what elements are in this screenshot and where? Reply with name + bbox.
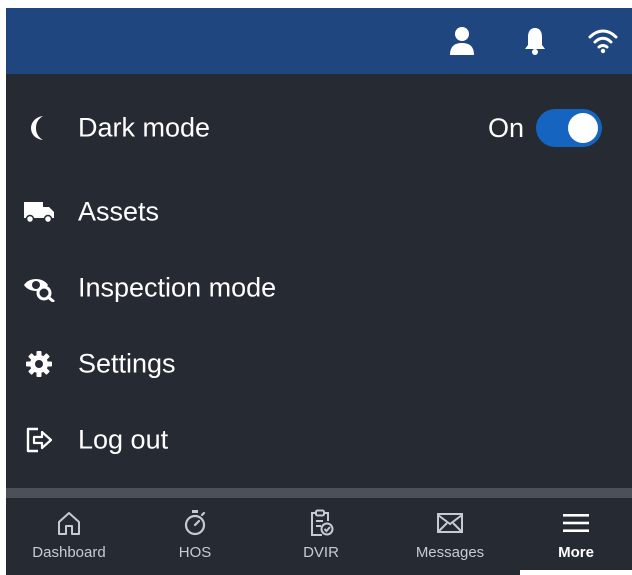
nav-hos[interactable]: HOS <box>132 498 258 575</box>
log-out-label: Log out <box>78 424 169 455</box>
app-frame: Dark mode On Assets Inspection mode Sett… <box>6 8 632 575</box>
home-icon <box>54 508 84 538</box>
toggle-knob <box>568 113 598 143</box>
settings-label: Settings <box>78 348 176 379</box>
more-menu: Dark mode On Assets Inspection mode Sett… <box>6 74 632 488</box>
top-bar <box>6 8 632 74</box>
nav-dashboard[interactable]: Dashboard <box>6 498 132 575</box>
menu-item-log-out[interactable]: Log out <box>6 407 632 473</box>
nav-dvir[interactable]: DVIR <box>258 498 384 575</box>
menu-item-assets[interactable]: Assets <box>6 179 632 245</box>
envelope-icon <box>435 508 465 538</box>
menu-item-inspection-mode[interactable]: Inspection mode <box>6 255 632 321</box>
hamburger-icon <box>561 508 591 538</box>
dark-mode-label: Dark mode <box>78 112 211 143</box>
stopwatch-icon <box>180 508 210 538</box>
user-icon[interactable] <box>445 24 479 58</box>
bottom-nav: Dashboard HOS DVIR Messages More <box>6 498 632 575</box>
eye-search-icon <box>22 271 56 305</box>
nav-more[interactable]: More <box>513 498 632 575</box>
wifi-icon[interactable] <box>586 24 620 58</box>
truck-icon <box>22 195 56 229</box>
nav-messages[interactable]: Messages <box>387 498 513 575</box>
nav-hos-label: HOS <box>178 544 212 561</box>
assets-label: Assets <box>78 196 160 227</box>
dark-mode-state: On <box>487 112 524 143</box>
gear-icon <box>22 347 56 381</box>
nav-dvir-label: DVIR <box>303 544 339 561</box>
nav-messages-label: Messages <box>415 544 485 561</box>
toggle-switch[interactable] <box>536 109 602 147</box>
bell-icon[interactable] <box>518 24 552 58</box>
clipboard-check-icon <box>306 508 336 538</box>
moon-icon <box>22 111 56 145</box>
nav-more-label: More <box>558 544 594 561</box>
active-tab-indicator <box>520 570 632 575</box>
logout-icon <box>22 423 56 457</box>
inspection-mode-label: Inspection mode <box>78 272 277 303</box>
nav-divider <box>6 488 632 498</box>
menu-item-settings[interactable]: Settings <box>6 331 632 397</box>
dark-mode-toggle[interactable]: On <box>488 109 602 147</box>
nav-dashboard-label: Dashboard <box>32 544 106 561</box>
menu-item-dark-mode[interactable]: Dark mode On <box>6 95 632 161</box>
